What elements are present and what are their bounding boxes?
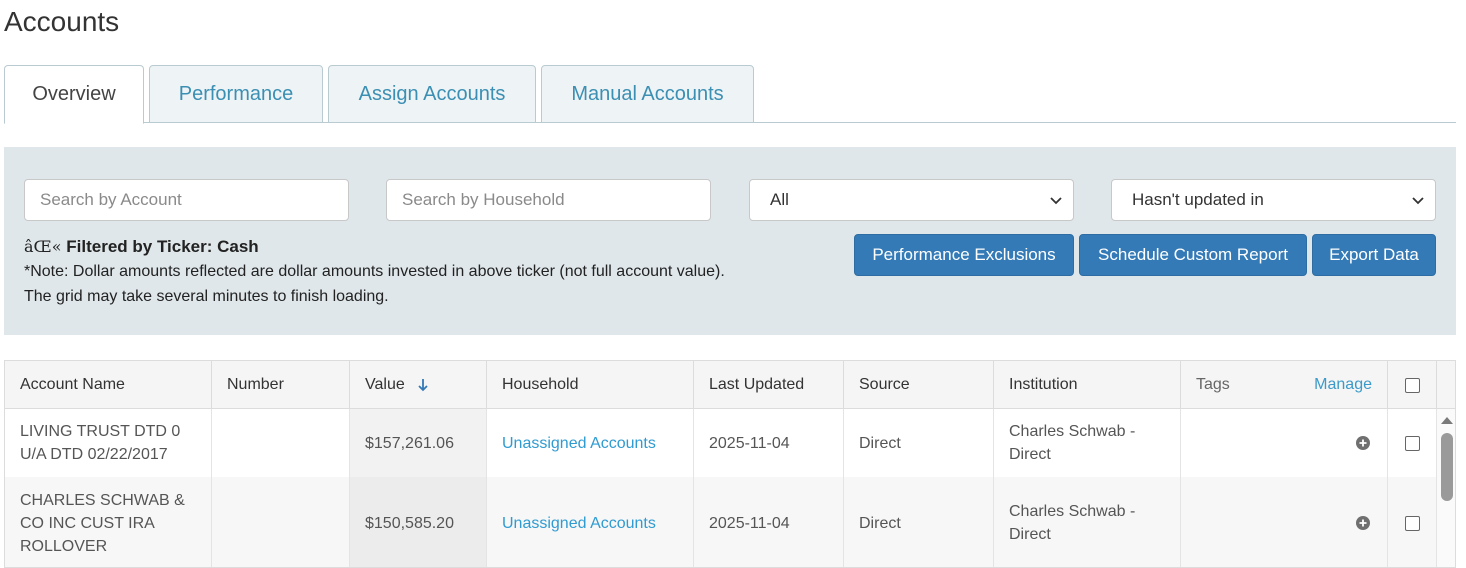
cell-household: Unassigned Accounts (487, 409, 694, 477)
scroll-thumb[interactable] (1441, 433, 1453, 501)
institution-line: Direct (1009, 446, 1051, 463)
account-name-line: ROLLOVER (20, 537, 108, 555)
cell-value: $157,261.06 (350, 409, 487, 477)
cell-institution: Charles Schwab - Direct (994, 409, 1181, 477)
cell-last-updated: 2025-11-04 (694, 477, 844, 567)
tab-bar: Overview Performance Assign Accounts Man… (4, 65, 1456, 124)
tab-overview[interactable]: Overview (4, 65, 144, 124)
cell-tags (1181, 477, 1388, 567)
household-link[interactable]: Unassigned Accounts (502, 432, 656, 455)
row-checkbox[interactable] (1404, 515, 1420, 531)
cell-number (212, 477, 350, 567)
cell-account-name: LIVING TRUST DTD 0 U/A DTD 02/22/2017 (5, 409, 212, 477)
arrow-down-icon (418, 379, 428, 392)
header-last-updated[interactable]: Last Updated (694, 361, 844, 409)
institution-line: Charles Schwab - (1009, 503, 1136, 520)
header-institution[interactable]: Institution (994, 361, 1181, 409)
scroll-up-arrow-icon[interactable] (1441, 417, 1453, 424)
type-select[interactable]: All (749, 179, 1074, 221)
note-line-2: The grid may take several minutes to fin… (24, 288, 389, 305)
header-tags-label: Tags (1196, 376, 1230, 393)
cell-number (212, 409, 350, 477)
export-data-button[interactable]: Export Data (1312, 234, 1436, 276)
row-checkbox[interactable] (1404, 435, 1420, 451)
manage-tags-link[interactable]: Manage (1314, 376, 1372, 394)
plus-circle-icon[interactable] (1356, 436, 1370, 450)
household-link[interactable]: Unassigned Accounts (502, 512, 656, 535)
cell-value: $150,585.20 (350, 477, 487, 567)
chevron-down-icon (1050, 197, 1062, 205)
header-tags: Tags Manage (1181, 361, 1388, 409)
cell-source: Direct (844, 409, 994, 477)
cell-household: Unassigned Accounts (487, 477, 694, 567)
filter-panel: All Hasn't updated in âŒ« Filtered by Ti… (4, 147, 1456, 335)
cell-last-updated: 2025-11-04 (694, 409, 844, 477)
accounts-grid: Account Name Number Value Household Last… (4, 360, 1456, 568)
note-line-1: *Note: Dollar amounts reflected are doll… (24, 263, 725, 280)
type-select-value: All (770, 190, 789, 209)
select-all-checkbox[interactable] (1404, 377, 1420, 393)
account-name-line: CHARLES SCHWAB & (20, 491, 185, 509)
table-row[interactable]: CHARLES SCHWAB & CO INC CUST IRA ROLLOVE… (5, 477, 1437, 567)
cell-account-name: CHARLES SCHWAB & CO INC CUST IRA ROLLOVE… (5, 477, 212, 567)
institution-line: Charles Schwab - (1009, 423, 1136, 440)
header-value[interactable]: Value (350, 361, 487, 409)
institution-line: Direct (1009, 526, 1051, 543)
table-row[interactable]: LIVING TRUST DTD 0 U/A DTD 02/22/2017 $1… (5, 409, 1437, 477)
tab-manual-accounts[interactable]: Manual Accounts (541, 65, 754, 123)
header-select-all (1388, 361, 1437, 409)
tab-assign-accounts[interactable]: Assign Accounts (328, 65, 536, 123)
performance-exclusions-button[interactable]: Performance Exclusions (854, 234, 1074, 276)
cell-institution: Charles Schwab - Direct (994, 477, 1181, 567)
header-number[interactable]: Number (212, 361, 350, 409)
grid-header: Account Name Number Value Household Last… (5, 361, 1455, 409)
account-name-line: LIVING TRUST DTD 0 (20, 423, 181, 440)
chevron-down-icon (1412, 197, 1424, 205)
tab-performance[interactable]: Performance (149, 65, 323, 123)
search-account-input[interactable] (24, 179, 349, 221)
search-household-input[interactable] (386, 179, 711, 221)
filter-prefix: âŒ« (24, 237, 62, 256)
account-name-line: CO INC CUST IRA (20, 514, 155, 532)
ticker-filter-label: âŒ« Filtered by Ticker: Cash (24, 237, 259, 257)
page-title: Accounts (4, 6, 120, 37)
updated-select[interactable]: Hasn't updated in (1111, 179, 1436, 221)
grid-scrollbar[interactable] (1437, 409, 1455, 567)
cell-select (1388, 409, 1437, 477)
cell-select (1388, 477, 1437, 567)
updated-select-value: Hasn't updated in (1132, 190, 1264, 209)
cell-source: Direct (844, 477, 994, 567)
plus-circle-icon[interactable] (1356, 516, 1370, 530)
account-name-line: U/A DTD 02/22/2017 (20, 446, 168, 463)
header-account-name[interactable]: Account Name (5, 361, 212, 409)
header-source[interactable]: Source (844, 361, 994, 409)
schedule-custom-report-button[interactable]: Schedule Custom Report (1079, 234, 1307, 276)
filter-text: Filtered by Ticker: Cash (66, 237, 259, 256)
cell-tags (1181, 409, 1388, 477)
header-value-label: Value (365, 376, 405, 393)
header-household[interactable]: Household (487, 361, 694, 409)
